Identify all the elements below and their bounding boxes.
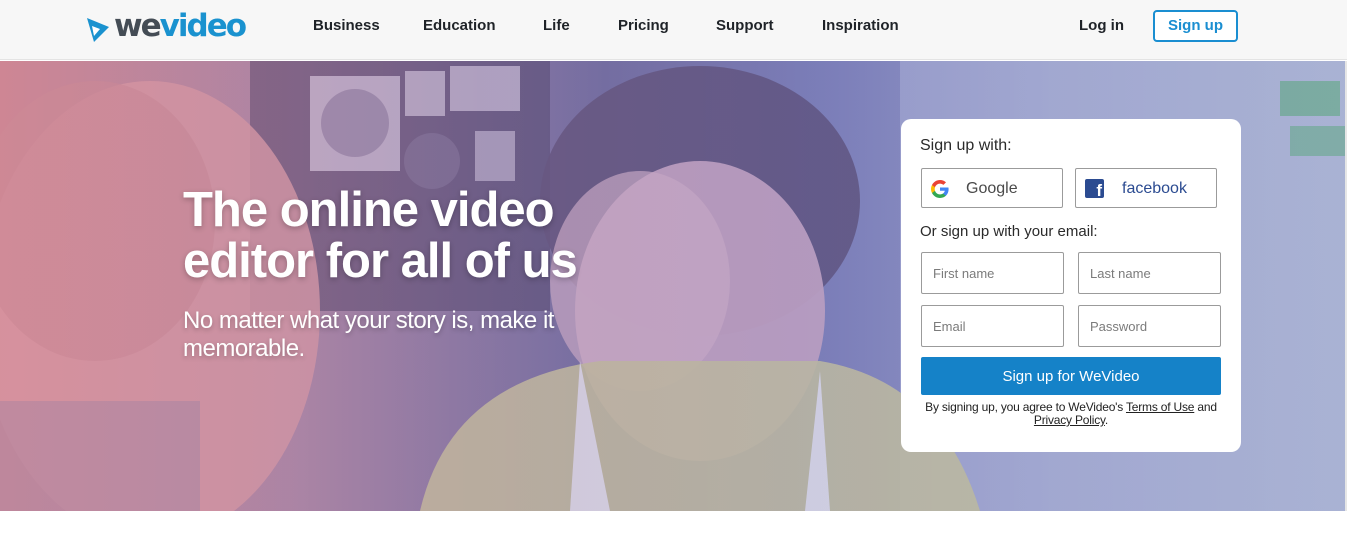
nav-item-education[interactable]: Education bbox=[423, 17, 496, 34]
signup-submit-button[interactable]: Sign up for WeVideo bbox=[921, 357, 1221, 395]
google-icon bbox=[931, 180, 949, 198]
privacy-policy-link[interactable]: Privacy Policy bbox=[1034, 413, 1105, 427]
facebook-signup-button[interactable]: f facebook bbox=[1075, 168, 1217, 208]
password-field[interactable] bbox=[1078, 305, 1221, 347]
hero-title: The online video editor for all of us bbox=[183, 183, 578, 288]
nav-item-life[interactable]: Life bbox=[543, 17, 570, 34]
email-field[interactable] bbox=[921, 305, 1064, 347]
header-signup-button[interactable]: Sign up bbox=[1153, 10, 1238, 42]
first-name-field[interactable] bbox=[921, 252, 1064, 294]
facebook-icon: f bbox=[1085, 179, 1104, 200]
login-link[interactable]: Log in bbox=[1079, 17, 1124, 34]
terms-suffix: . bbox=[1104, 413, 1109, 427]
facebook-label: facebook bbox=[1122, 180, 1187, 197]
last-name-field[interactable] bbox=[1078, 252, 1221, 294]
signup-card: Sign up with: Google f facebook Or sign … bbox=[901, 119, 1241, 452]
terms-prefix: By signing up, you agree to WeVideo's bbox=[925, 400, 1124, 414]
email-signup-heading: Or sign up with your email: bbox=[920, 223, 1098, 240]
nav-item-pricing[interactable]: Pricing bbox=[618, 17, 669, 34]
hero-subtitle: No matter what your story is, make it me… bbox=[183, 307, 554, 362]
terms-and: and bbox=[1197, 400, 1217, 414]
terms-notice: By signing up, you agree to WeVideo's Te… bbox=[921, 401, 1221, 427]
nav-item-support[interactable]: Support bbox=[716, 17, 774, 34]
nav-item-inspiration[interactable]: Inspiration bbox=[822, 17, 899, 34]
signup-heading: Sign up with: bbox=[920, 137, 1012, 154]
main-nav: Business Education Life Pricing Support … bbox=[0, 0, 1347, 56]
google-label: Google bbox=[966, 180, 1018, 197]
google-signup-button[interactable]: Google bbox=[921, 168, 1063, 208]
site-header: wevideo Business Education Life Pricing … bbox=[0, 0, 1347, 60]
nav-item-business[interactable]: Business bbox=[313, 17, 380, 34]
terms-of-use-link[interactable]: Terms of Use bbox=[1126, 400, 1194, 414]
